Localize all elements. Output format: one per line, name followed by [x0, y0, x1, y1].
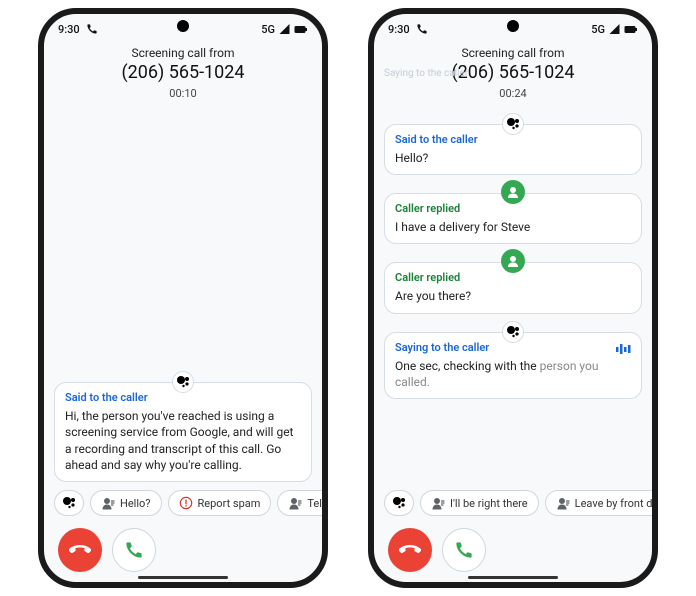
ask-icon: [101, 496, 115, 510]
status-network: 5G: [591, 23, 605, 36]
answer-icon: [124, 540, 144, 560]
hangup-icon: [69, 539, 91, 561]
chip-be-right-there[interactable]: I'll be right there: [420, 490, 539, 516]
answer-button[interactable]: [442, 528, 486, 572]
ask-icon: [431, 496, 445, 510]
header-title: Screening call from: [54, 46, 312, 60]
card-body: One sec, checking with the person you ca…: [395, 358, 631, 390]
phone-active-icon: [86, 23, 98, 35]
card-said-to-caller: Said to the caller Hi, the person you've…: [54, 382, 312, 482]
card-caller-replied: Caller replied I have a delivery for Ste…: [384, 193, 642, 244]
assistant-chip[interactable]: [384, 490, 414, 516]
ask-icon: [288, 496, 302, 510]
battery-icon: [624, 24, 638, 35]
assistant-icon: [176, 375, 190, 389]
phone-active-icon: [416, 23, 428, 35]
assistant-icon: [62, 496, 76, 510]
card-body: Hello?: [395, 150, 631, 166]
header-timer: 00:10: [54, 87, 312, 100]
card-caller-replied: Caller replied Are you there?: [384, 262, 642, 313]
hangup-icon: [399, 539, 421, 561]
camera-cutout: [177, 20, 189, 32]
battery-icon: [294, 24, 308, 35]
assistant-icon: [506, 117, 520, 131]
status-time: 9:30: [388, 23, 410, 36]
assistant-avatar: [502, 321, 524, 343]
chip-hello-label: Hello?: [120, 497, 151, 510]
phone-frame-left: 9:30 5G Screening call from (206) 565-10…: [38, 8, 328, 588]
assistant-icon: [506, 325, 520, 339]
chip-row: Hello? Report spam Tell me mo: [44, 482, 322, 522]
call-actions: [44, 522, 322, 582]
assistant-icon: [392, 496, 406, 510]
equalizer-icon: [615, 343, 631, 355]
home-indicator: [468, 576, 558, 579]
card-saying-to-caller: Saying to the caller One sec, checking w…: [384, 332, 642, 399]
status-network: 5G: [261, 23, 275, 36]
card-body: I have a delivery for Steve: [395, 219, 631, 235]
assistant-chip[interactable]: [54, 490, 84, 516]
spam-icon: [179, 496, 193, 510]
card-said-to-caller: Said to the caller Hello?: [384, 124, 642, 175]
call-header: Screening call from (206) 565-1024 00:10: [44, 40, 322, 104]
camera-cutout: [507, 20, 519, 32]
chip-tell-more[interactable]: Tell me mo: [277, 490, 322, 516]
chip-label: Leave by front door: [575, 497, 652, 510]
chip-label: I'll be right there: [450, 497, 528, 510]
home-indicator: [138, 576, 228, 579]
signal-icon: [609, 24, 620, 34]
hangup-button[interactable]: [58, 528, 102, 572]
answer-icon: [454, 540, 474, 560]
card-body: Are you there?: [395, 288, 631, 304]
person-icon: [505, 184, 521, 200]
caller-avatar: [501, 180, 525, 204]
assistant-avatar: [502, 113, 524, 135]
phone-frame-right: 9:30 5G Saying to the caller Screening c…: [368, 8, 658, 588]
header-timer: 00:24: [384, 87, 642, 100]
answer-button[interactable]: [112, 528, 156, 572]
chip-hello[interactable]: Hello?: [90, 490, 162, 516]
chip-leave-front-door[interactable]: Leave by front door: [545, 490, 652, 516]
signal-icon: [279, 24, 290, 34]
faded-previous-message: Saying to the caller: [384, 68, 468, 80]
chip-report-spam[interactable]: Report spam: [168, 490, 272, 516]
chip-row: I'll be right there Leave by front door: [374, 482, 652, 522]
person-icon: [505, 253, 521, 269]
content-left: Said to the caller Hi, the person you've…: [44, 104, 322, 482]
header-number: (206) 565-1024: [54, 62, 312, 83]
call-actions: [374, 522, 652, 582]
card-body: Hi, the person you've reached is using a…: [65, 408, 301, 473]
chip-tell-more-label: Tell me mo: [307, 497, 322, 510]
caller-avatar: [501, 249, 525, 273]
ask-icon: [556, 496, 570, 510]
chip-report-spam-label: Report spam: [198, 497, 261, 510]
header-title: Screening call from: [384, 46, 642, 60]
assistant-avatar: [172, 371, 194, 393]
card-title: Saying to the caller: [395, 341, 489, 354]
content-right: Said to the caller Hello? Caller replied…: [374, 104, 652, 482]
hangup-button[interactable]: [388, 528, 432, 572]
status-time: 9:30: [58, 23, 80, 36]
